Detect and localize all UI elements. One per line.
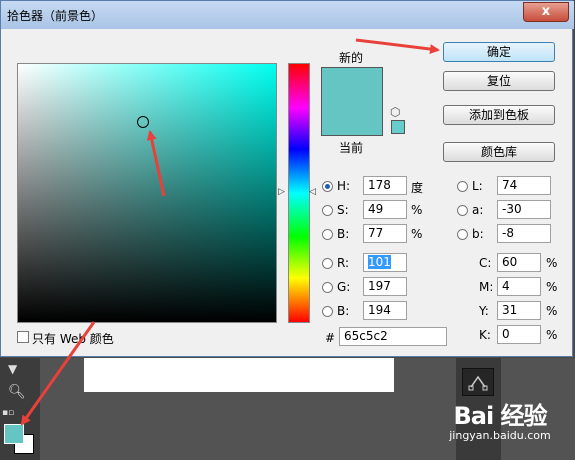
tool-triangle-icon[interactable]: ▼ (8, 362, 17, 376)
r-radio[interactable] (322, 258, 333, 269)
ok-button[interactable]: 确定 (443, 42, 555, 62)
document-canvas (84, 358, 394, 392)
watermark-url: jingyan.baidu.com (449, 429, 551, 442)
blue-field[interactable]: 194 (363, 301, 407, 320)
new-color-label: 新的 (339, 51, 364, 65)
s-radio[interactable] (322, 205, 333, 216)
hue-slider-right-arrow-icon[interactable]: ◁ (309, 187, 316, 197)
blue-radio[interactable] (322, 306, 333, 317)
title-bar[interactable]: 拾色器（前景色） x (1, 1, 574, 29)
s-field[interactable]: 49 (363, 200, 407, 219)
current-color-label: 当前 (339, 141, 364, 155)
k-unit: % (546, 328, 558, 342)
hex-field[interactable]: 65c5c2 (339, 327, 447, 346)
l-radio[interactable] (457, 181, 468, 192)
b-radio[interactable] (322, 229, 333, 240)
c-label: C: (479, 256, 492, 270)
h-label: H: (337, 179, 351, 193)
c-unit: % (546, 256, 558, 270)
y-label: Y: (479, 304, 489, 318)
y-unit: % (546, 304, 558, 318)
r-value-selected: 101 (368, 255, 391, 269)
m-unit: % (546, 280, 558, 294)
add-to-swatches-button[interactable]: 添加到色板 (443, 105, 555, 125)
path-icon (468, 375, 488, 391)
y-field[interactable]: 31 (497, 301, 541, 320)
lab-b-radio[interactable] (457, 229, 468, 240)
magnifier-icon[interactable]: 🔍︎ (8, 384, 26, 400)
lab-b-label: b: (472, 227, 484, 241)
foreground-color-swatch[interactable] (4, 424, 24, 444)
cube-icon[interactable]: ⬡ (390, 105, 400, 119)
color-field[interactable] (17, 63, 277, 323)
l-field[interactable]: 74 (497, 176, 551, 195)
k-label: K: (479, 328, 491, 342)
color-libraries-button[interactable]: 颜色库 (443, 142, 555, 162)
websafe-color-swatch[interactable] (391, 120, 405, 134)
a-radio[interactable] (457, 205, 468, 216)
s-label: S: (337, 203, 349, 217)
reset-button[interactable]: 复位 (443, 71, 555, 91)
picker-circle[interactable] (137, 116, 149, 128)
s-unit: % (411, 203, 423, 217)
websafe-checkbox[interactable] (17, 331, 29, 343)
path-tool-button[interactable] (462, 368, 494, 396)
a-label: a: (472, 203, 484, 217)
blue-label: B: (337, 304, 350, 318)
g-radio[interactable] (322, 282, 333, 293)
r-label: R: (337, 256, 350, 270)
g-field[interactable]: 197 (363, 277, 407, 296)
m-field[interactable]: 4 (497, 277, 541, 296)
c-field[interactable]: 60 (497, 253, 541, 272)
watermark-logo: Bai 经验 (453, 402, 547, 430)
g-label: G: (337, 280, 351, 294)
hue-slider[interactable] (288, 63, 310, 323)
h-radio[interactable] (322, 181, 333, 192)
m-label: M: (479, 280, 494, 294)
hex-label: # (325, 331, 336, 345)
new-color-swatch (321, 67, 383, 136)
b-field[interactable]: 77 (363, 224, 407, 243)
close-icon: x (541, 4, 551, 19)
color-picker-dialog: 拾色器（前景色） x ▷ ◁ 新的 当前 ⬡ 确定 复位 添加到色板 颜色库 H… (0, 0, 574, 357)
b-unit: % (411, 227, 423, 241)
websafe-label: 只有 Web 颜色 (32, 332, 114, 346)
close-button[interactable]: x (523, 2, 569, 22)
h-unit: 度 (411, 181, 424, 195)
l-label: L: (472, 179, 483, 193)
swap-icon[interactable]: ▪▫ (2, 408, 14, 418)
hue-slider-left-arrow-icon[interactable]: ▷ (278, 187, 285, 197)
a-field[interactable]: -30 (497, 200, 551, 219)
dialog-title: 拾色器（前景色） (7, 9, 104, 23)
lab-b-field[interactable]: -8 (497, 224, 551, 243)
b-label: B: (337, 227, 350, 241)
k-field[interactable]: 0 (497, 325, 541, 344)
h-field[interactable]: 178 (363, 176, 407, 195)
r-field[interactable]: 101 (363, 253, 407, 272)
baidu-watermark: Bai 经验 jingyan.baidu.com (430, 396, 570, 456)
